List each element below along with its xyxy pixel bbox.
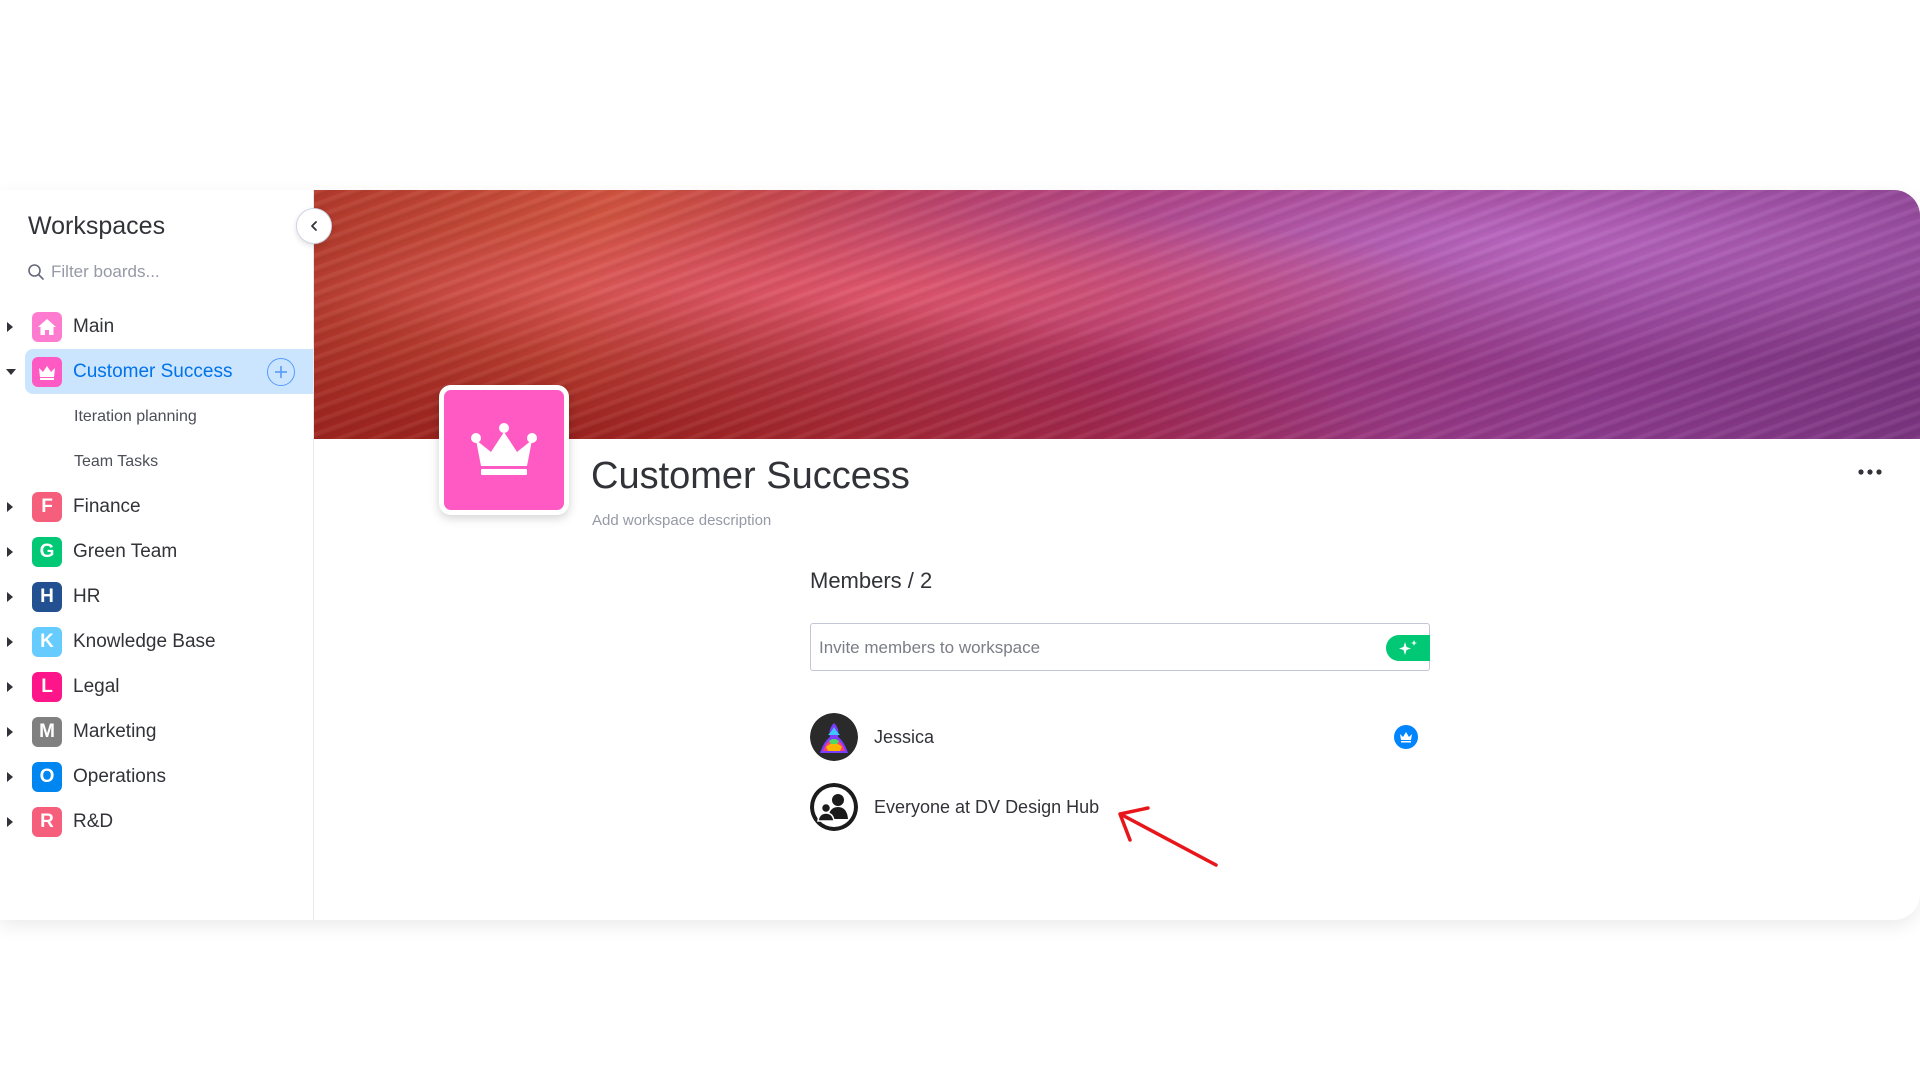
crown-icon	[471, 423, 537, 475]
workspace-badge-letter: L	[32, 671, 62, 702]
workspace-badge-letter: G	[32, 536, 62, 567]
filter-boards[interactable]: Filter boards...	[27, 262, 160, 282]
more-horizontal-icon	[1858, 469, 1882, 475]
workspace-badge-letter: K	[32, 626, 62, 657]
expand-arrow-icon[interactable]	[7, 321, 13, 332]
sidebar-title: Workspaces	[28, 212, 166, 240]
avatar	[810, 713, 858, 761]
sidebar-item-rnd[interactable]: R R&D	[0, 799, 313, 844]
sidebar-item-finance[interactable]: F Finance	[0, 484, 313, 529]
sidebar-item-customer-success[interactable]: Customer Success	[6, 349, 313, 394]
workspace-badge-customer-success	[32, 356, 62, 387]
page-title[interactable]: Customer Success	[591, 455, 910, 498]
invite-members-field[interactable]	[810, 623, 1430, 672]
team-avatar	[810, 783, 858, 831]
expand-arrow-icon[interactable]	[7, 771, 13, 782]
filter-boards-placeholder: Filter boards...	[51, 262, 160, 281]
workspace-icon[interactable]	[439, 385, 569, 515]
sidebar-item-hr[interactable]: H HR	[0, 574, 313, 619]
sidebar-item-label: Finance	[73, 495, 141, 517]
search-icon	[28, 264, 44, 280]
sidebar-item-label: R&D	[73, 810, 114, 832]
sidebar-item-label: Marketing	[73, 720, 157, 742]
expand-arrow-icon[interactable]	[7, 591, 13, 602]
workspace-badge-main	[32, 311, 62, 342]
sidebar-item-label: Legal	[73, 675, 120, 697]
add-board-button[interactable]	[267, 357, 295, 386]
workspace-badge-letter: R	[32, 806, 62, 837]
sparkle-icon	[1399, 640, 1417, 655]
expand-arrow-icon[interactable]	[7, 546, 13, 557]
expand-arrow-icon[interactable]	[7, 816, 13, 827]
workspace-badge-letter: F	[32, 491, 62, 522]
people-icon	[810, 783, 858, 831]
sidebar-item-main[interactable]: Main	[0, 304, 313, 349]
invite-button[interactable]	[1386, 635, 1430, 661]
sidebar-item-label: HR	[73, 585, 101, 607]
collapse-sidebar-button[interactable]	[296, 208, 332, 244]
sidebar-item-knowledge-base[interactable]: K Knowledge Base	[0, 619, 313, 664]
crown-icon	[1400, 732, 1412, 743]
workspace-badge-letter: H	[32, 581, 62, 612]
workspace-badge-letter: O	[32, 761, 62, 792]
member-name: Jessica	[874, 726, 935, 747]
workspace-list: Main Customer Success Iteration planning…	[0, 304, 313, 844]
sidebar-item-marketing[interactable]: M Marketing	[0, 709, 313, 754]
sidebar-item-label: Customer Success	[73, 360, 233, 382]
expand-arrow-icon[interactable]	[7, 501, 13, 512]
home-icon	[38, 318, 56, 335]
members-heading: Members / 2	[810, 568, 933, 593]
collapse-arrow-icon[interactable]	[6, 368, 16, 375]
workspaces-sidebar: Workspaces Filter boards... Main Custome…	[0, 190, 314, 920]
owner-badge	[1394, 725, 1418, 749]
member-row[interactable]: Jessica	[810, 712, 1430, 762]
board-item-team-tasks[interactable]: Team Tasks	[0, 439, 313, 484]
more-options-button[interactable]	[1857, 452, 1883, 483]
workspace-window: Workspaces Filter boards... Main Custome…	[0, 190, 1920, 920]
expand-arrow-icon[interactable]	[7, 636, 13, 647]
sidebar-item-operations[interactable]: O Operations	[0, 754, 313, 799]
member-name: Everyone at DV Design Hub	[874, 796, 1100, 817]
expand-arrow-icon[interactable]	[7, 726, 13, 737]
sidebar-item-green-team[interactable]: G Green Team	[0, 529, 313, 574]
sidebar-item-label: Operations	[73, 765, 166, 787]
invite-members-input[interactable]	[811, 624, 1361, 672]
workspace-description[interactable]: Add workspace description	[592, 512, 771, 529]
sidebar-item-label: Main	[73, 315, 115, 337]
annotation-arrow-icon	[1118, 806, 1218, 867]
plus-icon	[275, 365, 287, 378]
workspace-badge-letter: M	[32, 716, 62, 747]
sidebar-item-label: Green Team	[73, 540, 178, 562]
board-item-iteration-planning[interactable]: Iteration planning	[0, 394, 313, 439]
expand-arrow-icon[interactable]	[7, 681, 13, 692]
crown-icon	[39, 365, 55, 380]
sidebar-item-label: Knowledge Base	[73, 630, 216, 652]
sidebar-item-legal[interactable]: L Legal	[0, 664, 313, 709]
chevron-left-icon	[311, 221, 317, 231]
